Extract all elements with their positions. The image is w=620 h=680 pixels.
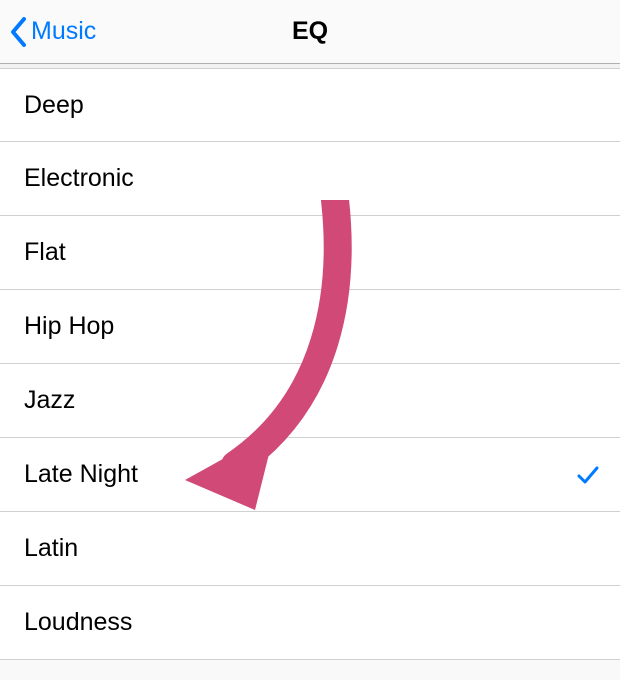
eq-list: Deep Electronic Flat Hip Hop Jazz Late N… [0, 68, 620, 660]
eq-row-label: Electronic [24, 164, 134, 193]
eq-row-label: Jazz [24, 386, 75, 415]
navbar: Music EQ [0, 0, 620, 64]
eq-row-label: Hip Hop [24, 312, 114, 341]
eq-row-deep[interactable]: Deep [0, 68, 620, 142]
eq-row-label: Deep [24, 91, 84, 120]
eq-row-hip-hop[interactable]: Hip Hop [0, 290, 620, 364]
eq-row-label: Latin [24, 534, 78, 563]
page-title: EQ [292, 17, 328, 46]
chevron-left-icon [10, 17, 27, 47]
eq-row-label: Flat [24, 238, 66, 267]
eq-row-electronic[interactable]: Electronic [0, 142, 620, 216]
back-button[interactable]: Music [0, 17, 102, 47]
eq-row-loudness[interactable]: Loudness [0, 586, 620, 660]
eq-row-jazz[interactable]: Jazz [0, 364, 620, 438]
eq-row-latin[interactable]: Latin [0, 512, 620, 586]
eq-row-flat[interactable]: Flat [0, 216, 620, 290]
eq-row-label: Loudness [24, 608, 132, 637]
checkmark-icon [576, 463, 600, 487]
eq-row-label: Late Night [24, 460, 138, 489]
eq-row-late-night[interactable]: Late Night [0, 438, 620, 512]
back-label: Music [31, 17, 96, 46]
